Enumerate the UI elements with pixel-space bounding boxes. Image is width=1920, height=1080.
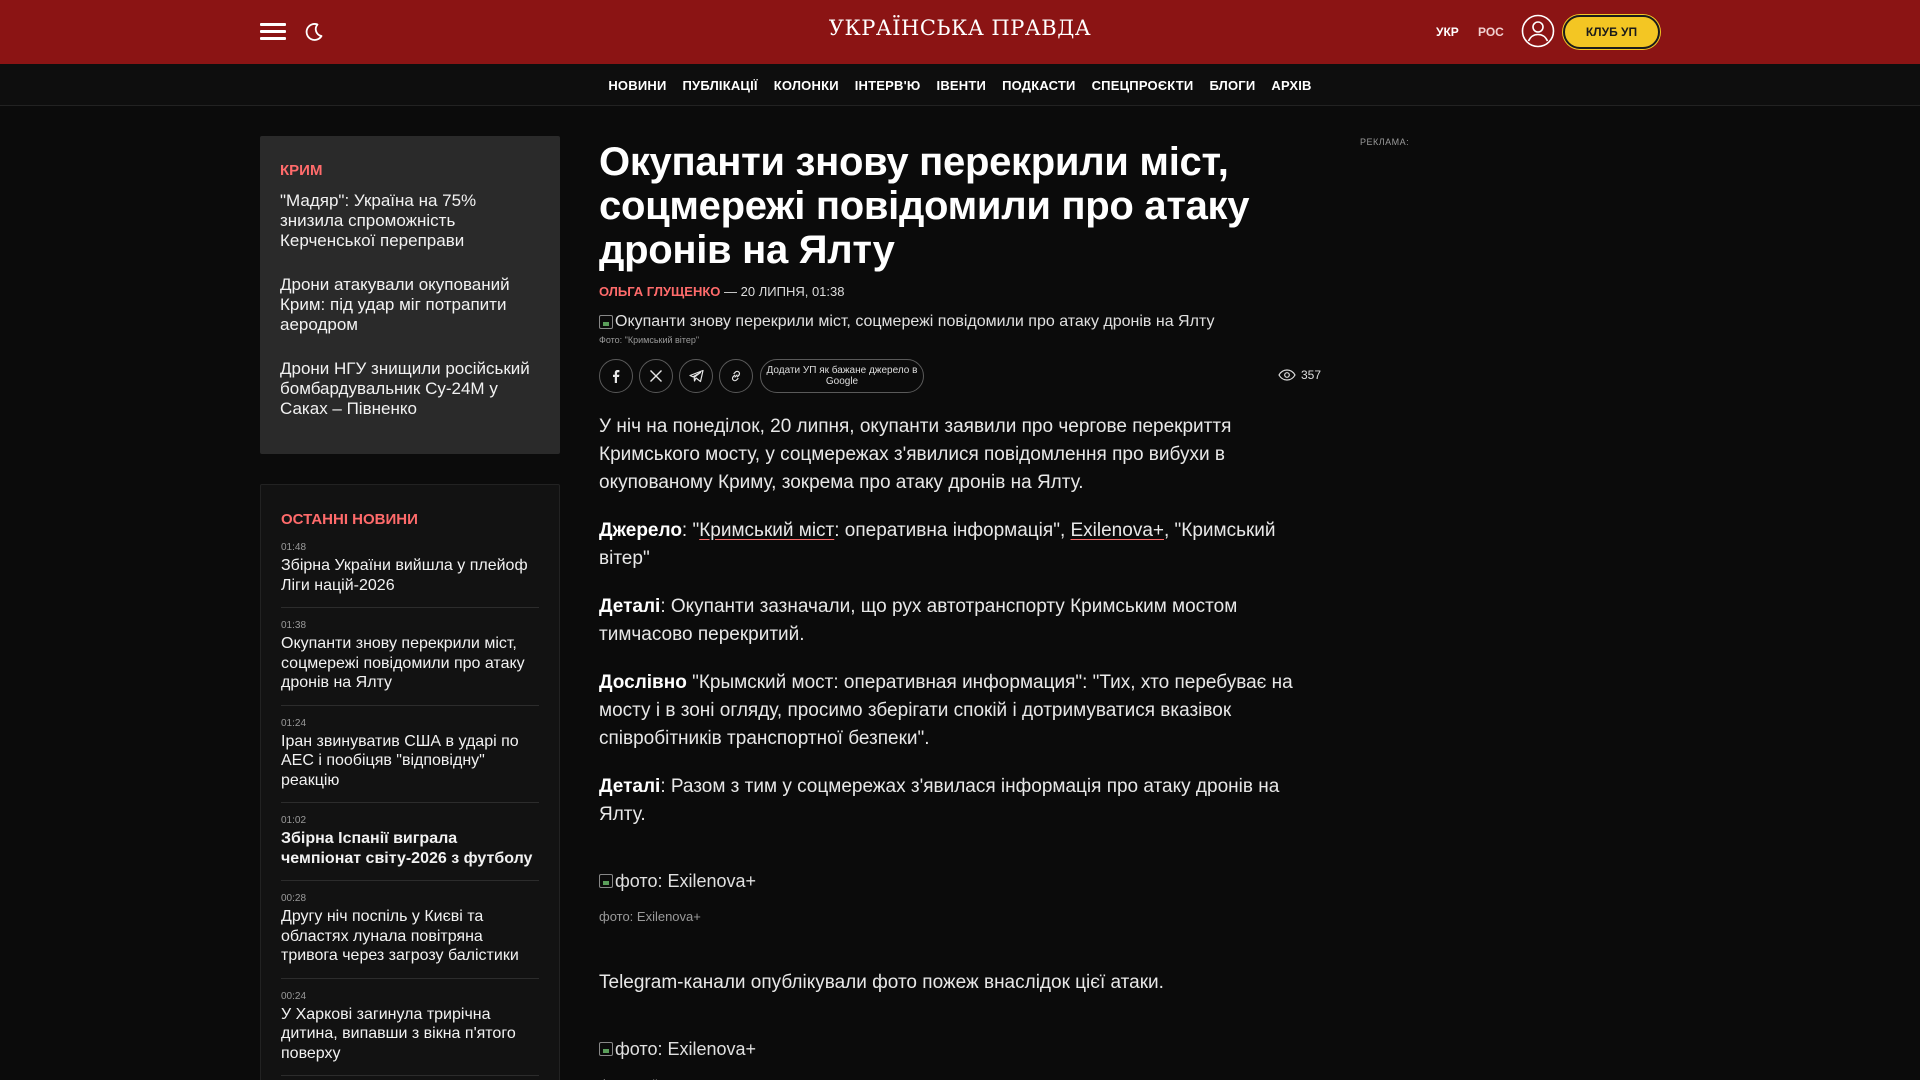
news-headline[interactable]: Збірна Іспанії виграла чемпіонат світу-2…: [281, 829, 539, 868]
facebook-icon: [613, 370, 620, 383]
lang-ros-link[interactable]: РОС: [1478, 25, 1504, 39]
article-image-alt: фото: Exilenova+: [615, 871, 757, 891]
view-count: 357: [1300, 368, 1321, 382]
paragraph-text: "Крымский мост: оперативная информация":…: [599, 672, 1293, 749]
source-label: Джерело: [599, 520, 682, 541]
article: Окупанти знову перекрили міст, соцмережі…: [599, 140, 1321, 1080]
main-nav-bar: НОВИНИ ПУБЛІКАЦІЇ КОЛОНКИ ІНТЕРВ'Ю ІВЕНТ…: [0, 64, 1920, 106]
share-toolbar: Додати УП як бажане джерело в Google 357: [599, 359, 1321, 393]
share-facebook-button[interactable]: [599, 359, 633, 393]
news-headline[interactable]: У Харкові загинула трирічна дитина, випа…: [281, 1005, 539, 1064]
article-image: фото: Exilenova+: [599, 867, 1321, 895]
crimea-news-link[interactable]: Дрони НГУ знищили російський бомбардувал…: [280, 359, 540, 419]
news-headline[interactable]: Збірна України вийшла у плейоф Ліги наці…: [281, 556, 539, 595]
share-x-button[interactable]: [639, 359, 673, 393]
source-link-exilenova[interactable]: Exilenova+: [1071, 520, 1164, 541]
hero-image-alt: Окупанти знову перекрили міст, соцмережі…: [615, 313, 1215, 330]
latest-news-item[interactable]: 01:38 Окупанти знову перекрили міст, соц…: [281, 620, 539, 706]
link-icon: [731, 370, 741, 382]
paragraph-text: : Окупанти зазначали, що рух автотранспо…: [599, 596, 1238, 645]
crimea-section: КРИМ "Мадяр": Україна на 75% знизила спр…: [260, 136, 560, 454]
copy-link-button[interactable]: [719, 359, 753, 393]
site-logo[interactable]: УКРАЇНСЬКА ПРАВДА: [800, 16, 1120, 40]
article-paragraph: У ніч на понеділок, 20 липня, окупанти з…: [599, 416, 1232, 493]
view-counter: 357: [1278, 368, 1321, 382]
club-up-button[interactable]: КЛУБ УП: [1563, 15, 1660, 49]
latest-news-section: ОСТАННІ НОВИНИ 01:48 Збірна України вийш…: [260, 484, 560, 1080]
latest-news-item[interactable]: 00:28 Другу ніч поспіль у Києві та облас…: [281, 893, 539, 979]
user-account-icon[interactable]: [1521, 14, 1555, 48]
nav-item-podcasts[interactable]: ПОДКАСТИ: [1002, 78, 1076, 93]
broken-image-icon: [599, 874, 613, 888]
article-image-caption: фото: Exilenova+: [599, 1071, 1321, 1080]
broken-image-icon: [599, 1042, 613, 1056]
author-link[interactable]: ОЛЬГА ГЛУЩЕНКО: [599, 284, 720, 299]
main-nav: НОВИНИ ПУБЛІКАЦІЇ КОЛОНКИ ІНТЕРВ'Ю ІВЕНТ…: [0, 64, 1920, 106]
article-figure: фото: Exilenova+ фото: Exilenova+: [599, 867, 1321, 931]
nav-item-columns[interactable]: КОЛОНКИ: [774, 78, 839, 93]
paragraph-text: : Разом з тим у соцмережах з'явилася інф…: [599, 776, 1280, 825]
paragraph-text: : оперативна інформація",: [834, 520, 1071, 541]
crimea-news-link[interactable]: Дрони атакували окупований Крим: під уда…: [280, 275, 540, 335]
details-label: Деталі: [599, 596, 661, 617]
source-link-crimean-bridge[interactable]: Кримський міст: [699, 520, 834, 541]
paragraph-text: : ": [681, 520, 700, 541]
news-time: 01:02: [281, 815, 307, 826]
crimea-news-link[interactable]: "Мадяр": Україна на 75% знизила спроможн…: [280, 191, 540, 251]
news-headline[interactable]: Окупанти знову перекрили міст, соцмережі…: [281, 634, 539, 693]
nav-item-archive[interactable]: АРХІВ: [1271, 78, 1311, 93]
share-telegram-button[interactable]: [679, 359, 713, 393]
details-label: Деталі: [599, 776, 661, 797]
nav-item-blogs[interactable]: БЛОГИ: [1209, 78, 1255, 93]
latest-news-item[interactable]: 01:48 Збірна України вийшла у плейоф Ліг…: [281, 542, 539, 608]
telegram-icon: [688, 369, 704, 383]
news-time: 01:38: [281, 620, 307, 631]
x-twitter-icon: [650, 370, 662, 382]
news-headline[interactable]: Другу ніч поспіль у Києві та областях лу…: [281, 907, 539, 966]
article-paragraph-details: Деталі: Окупанти зазначали, що рух автот…: [599, 593, 1321, 649]
news-time: 00:28: [281, 893, 307, 904]
article-paragraph-source: Джерело: "Кримський міст: оперативна інф…: [599, 517, 1321, 573]
nav-item-events[interactable]: ІВЕНТИ: [937, 78, 987, 93]
nav-item-interviews[interactable]: ІНТЕРВ'Ю: [855, 78, 921, 93]
article-headline: Окупанти знову перекрили міст, соцмережі…: [599, 140, 1250, 272]
top-header: УКРАЇНСЬКА ПРАВДА УКР РОС КЛУБ УП: [0, 0, 1920, 64]
news-time: 00:24: [281, 990, 307, 1002]
news-time: 01:24: [281, 717, 307, 729]
menu-icon[interactable]: [260, 22, 286, 42]
news-time: 01:48: [281, 542, 307, 553]
article-image: фото: Exilenova+: [599, 1035, 1321, 1063]
hero-image: Окупанти знову перекрили міст, соцмережі…: [599, 313, 1321, 331]
nav-item-special-projects[interactable]: СПЕЦПРОЄКТИ: [1092, 78, 1194, 93]
article-paragraph-quote: Дослівно "Крымский мост: оперативная инф…: [599, 669, 1321, 753]
article-paragraph: Telegram-канали опублікували фото пожеж …: [599, 972, 1164, 993]
quote-label: Дослівно: [599, 672, 687, 693]
ad-label: РЕКЛАМА:: [1360, 137, 1410, 147]
article-figure: фото: Exilenova+ фото: Exilenova+: [599, 1035, 1321, 1080]
add-google-source-button[interactable]: Додати УП як бажане джерело в Google: [760, 359, 924, 393]
article-image-caption: фото: Exilenova+: [599, 909, 701, 924]
lang-ukr-link[interactable]: УКР: [1436, 25, 1459, 39]
latest-news-item[interactable]: 01:24 Іран звинуватив США в ударі по АЕС…: [281, 717, 539, 803]
broken-image-icon: [599, 315, 613, 329]
article-date: — 20 ЛИПНЯ, 01:38: [724, 284, 845, 299]
latest-news-item[interactable]: 00:24 У Харкові загинула трирічна дитина…: [281, 990, 539, 1076]
dark-mode-icon[interactable]: [302, 20, 326, 44]
nav-item-publications[interactable]: ПУБЛІКАЦІЇ: [683, 78, 758, 93]
latest-news-title[interactable]: ОСТАННІ НОВИНИ: [281, 511, 539, 528]
article-image-alt: фото: Exilenova+: [615, 1039, 757, 1059]
hero-photo-credit: Фото: "Кримський вітер": [599, 335, 700, 345]
article-byline: ОЛЬГА ГЛУЩЕНКО — 20 ЛИПНЯ, 01:38: [599, 284, 1321, 299]
latest-news-item[interactable]: 01:02 Збірна Іспанії виграла чемпіонат с…: [281, 815, 539, 881]
nav-item-news[interactable]: НОВИНИ: [608, 78, 666, 93]
crimea-section-title[interactable]: КРИМ: [280, 162, 540, 179]
article-body: У ніч на понеділок, 20 липня, окупанти з…: [599, 413, 1321, 1080]
eye-icon: [1278, 369, 1296, 381]
news-headline[interactable]: Іран звинуватив США в ударі по АЕС і поо…: [281, 732, 539, 791]
article-paragraph-details: Деталі: Разом з тим у соцмережах з'явила…: [599, 773, 1321, 829]
